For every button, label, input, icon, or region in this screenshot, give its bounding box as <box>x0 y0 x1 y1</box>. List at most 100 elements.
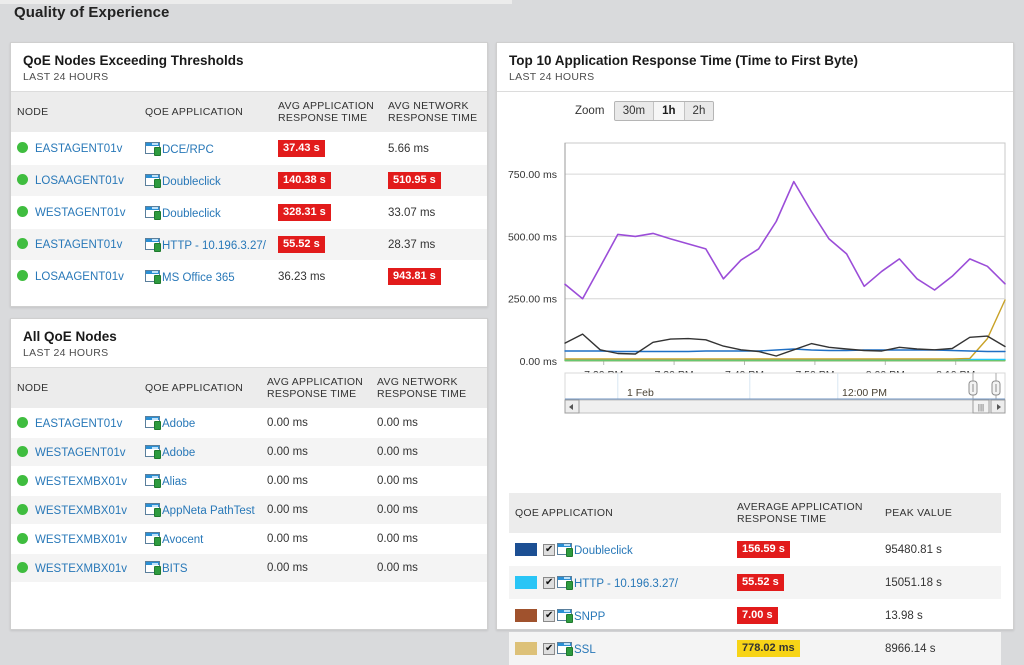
table-row[interactable]: WESTAGENT01vAdobe0.00 ms0.00 ms <box>11 438 487 467</box>
table-row[interactable]: EASTAGENT01vHTTP - 10.196.3.27/55.52 s28… <box>11 229 487 261</box>
series-visibility-checkbox[interactable] <box>543 610 555 622</box>
application-link[interactable]: SSL <box>574 643 596 655</box>
thresholds-table: NODE QOE APPLICATION AVG APPLICATIONRESP… <box>11 92 487 292</box>
application-cell: DCE/RPC <box>139 133 272 165</box>
avg-network-response-time-cell: 0.00 ms <box>371 554 487 583</box>
application-link[interactable]: Adobe <box>162 447 195 459</box>
application-icon <box>145 416 160 429</box>
avg-application-response-time-cell: 0.00 ms <box>261 467 371 496</box>
col-node[interactable]: NODE <box>11 92 139 133</box>
svg-text:12:00 PM: 12:00 PM <box>842 387 887 399</box>
table-header-row: NODE QOE APPLICATION AVG APPLICATIONRESP… <box>11 368 487 409</box>
value-text: 0.00 ms <box>377 475 418 487</box>
col-qoe-application[interactable]: QOE APPLICATION <box>139 92 272 133</box>
series-visibility-checkbox[interactable] <box>543 643 555 655</box>
series-visibility-checkbox[interactable] <box>543 577 555 589</box>
all-nodes-table-body: EASTAGENT01v Adobe 0.00 ms 0.00 ms WESTAGENT… <box>11 409 487 583</box>
table-row[interactable]: Doubleclick156.59 s95480.81 s <box>509 533 1001 566</box>
node-cell: WESTEXMBX01v <box>11 554 139 583</box>
node-link[interactable]: LOSAAGENT01v <box>35 271 124 283</box>
col-avg-network-response-time[interactable]: AVG NETWORKRESPONSE TIME <box>382 92 487 133</box>
zoom-button-group[interactable]: 30m1h2h <box>614 101 715 121</box>
table-row[interactable]: EASTAGENT01vDCE/RPC37.43 s5.66 ms <box>11 133 487 165</box>
node-link[interactable]: EASTAGENT01v <box>35 239 122 251</box>
chart-container[interactable]: 0.00 ms250.00 ms500.00 ms750.00 ms7:20 P… <box>497 125 1013 443</box>
application-link[interactable]: HTTP - 10.196.3.27/ <box>162 239 266 251</box>
application-link[interactable]: Doubleclick <box>162 207 221 219</box>
table-row[interactable]: WESTEXMBX01v Alias 0.00 ms 0.00 ms <box>11 467 487 496</box>
application-link[interactable]: BITS <box>162 563 188 575</box>
application-link[interactable]: Doubleclick <box>574 544 633 556</box>
panel-header: Top 10 Application Response Time (Time t… <box>497 43 1013 92</box>
node-link[interactable]: WESTEXMBX01v <box>35 505 127 517</box>
table-row[interactable]: SNPP7.00 s13.98 s <box>509 599 1001 632</box>
node-link[interactable]: WESTAGENT01v <box>35 447 126 459</box>
status-dot-icon <box>17 238 28 249</box>
status-dot-icon <box>17 270 28 281</box>
avg-network-response-time-cell: 0.00 ms <box>371 438 487 467</box>
zoom-option-2h[interactable]: 2h <box>685 102 714 120</box>
table-row[interactable]: WESTEXMBX01vAppNeta PathTest0.00 ms0.00 … <box>11 496 487 525</box>
value-text: 0.00 ms <box>377 562 418 574</box>
node-link[interactable]: WESTEXMBX01v <box>35 534 127 546</box>
table-row[interactable]: EASTAGENT01vAdobe0.00 ms0.00 ms <box>11 409 487 438</box>
avg-application-response-time-cell: 0.00 ms <box>261 554 371 583</box>
table-row[interactable]: LOSAAGENT01v MS Office 365 36.23 ms 943.81 … <box>11 261 487 293</box>
value-text: 36.23 ms <box>278 271 325 283</box>
table-row[interactable]: WESTEXMBX01v BITS 0.00 ms 0.00 ms <box>11 554 487 583</box>
node-link[interactable]: WESTEXMBX01v <box>35 563 127 575</box>
status-badge: 140.38 s <box>278 172 331 189</box>
application-icon <box>145 474 160 487</box>
value-text: 28.37 ms <box>388 239 435 251</box>
node-link[interactable]: EASTAGENT01v <box>35 143 122 155</box>
application-icon <box>145 206 160 219</box>
application-icon <box>557 576 572 589</box>
panel-subtitle: LAST 24 HOURS <box>23 347 475 359</box>
col-qoe-application[interactable]: QOE APPLICATION <box>139 368 261 409</box>
table-header-row: NODE QOE APPLICATION AVG APPLICATIONRESP… <box>11 92 487 133</box>
series-color-swatch <box>515 642 537 655</box>
application-link[interactable]: Doubleclick <box>162 175 221 187</box>
col-node[interactable]: NODE <box>11 368 139 409</box>
application-link[interactable]: MS Office 365 <box>162 271 235 283</box>
application-link[interactable]: SNPP <box>574 610 605 622</box>
panel-header: QoE Nodes Exceeding Thresholds LAST 24 H… <box>11 43 487 92</box>
status-badge: 55.52 s <box>737 574 784 591</box>
col-average-application-response-time[interactable]: AVERAGE APPLICATIONRESPONSE TIME <box>731 493 879 533</box>
table-row[interactable]: SSL778.02 ms8966.14 s <box>509 632 1001 665</box>
col-peak-value[interactable]: PEAK VALUE <box>879 493 1001 533</box>
node-link[interactable]: WESTAGENT01v <box>35 207 126 219</box>
node-link[interactable]: LOSAAGENT01v <box>35 175 124 187</box>
application-legend-body: Doubleclick156.59 s95480.81 sHTTP - 10.1… <box>509 533 1001 665</box>
application-link[interactable]: DCE/RPC <box>162 143 214 155</box>
table-row[interactable]: LOSAAGENT01vDoubleclick140.38 s510.95 s <box>11 165 487 197</box>
col-avg-application-response-time[interactable]: AVG APPLICATIONRESPONSE TIME <box>261 368 371 409</box>
table-row[interactable]: WESTEXMBX01vAvocent0.00 ms0.00 ms <box>11 525 487 554</box>
col-qoe-application[interactable]: QOE APPLICATION <box>509 493 731 533</box>
application-icon <box>145 532 160 545</box>
application-link[interactable]: HTTP - 10.196.3.27/ <box>574 577 678 589</box>
value-text: 0.00 ms <box>377 533 418 545</box>
value-text: 0.00 ms <box>267 475 308 487</box>
table-row[interactable]: HTTP - 10.196.3.27/55.52 s15051.18 s <box>509 566 1001 599</box>
application-link[interactable]: Avocent <box>162 534 203 546</box>
application-link[interactable]: Alias <box>162 476 187 488</box>
series-visibility-checkbox[interactable] <box>543 544 555 556</box>
response-time-line-chart[interactable]: 0.00 ms250.00 ms500.00 ms750.00 ms7:20 P… <box>497 125 1015 425</box>
node-link[interactable]: EASTAGENT01v <box>35 418 122 430</box>
node-cell: LOSAAGENT01v <box>11 165 139 197</box>
status-dot-icon <box>17 206 28 217</box>
application-legend-table: QOE APPLICATION AVERAGE APPLICATIONRESPO… <box>509 493 1001 665</box>
application-link[interactable]: AppNeta PathTest <box>162 505 255 517</box>
value-text: 0.00 ms <box>267 417 308 429</box>
node-link[interactable]: WESTEXMBX01v <box>35 476 127 488</box>
zoom-option-1h[interactable]: 1h <box>654 102 684 120</box>
application-link[interactable]: Adobe <box>162 418 195 430</box>
zoom-option-30m[interactable]: 30m <box>615 102 654 120</box>
col-avg-network-response-time[interactable]: AVG NETWORKRESPONSE TIME <box>371 368 487 409</box>
col-avg-application-response-time[interactable]: AVG APPLICATIONRESPONSE TIME <box>272 92 382 133</box>
node-cell: LOSAAGENT01v <box>11 261 139 293</box>
status-badge: 943.81 s <box>388 268 441 285</box>
application-icon <box>557 543 572 556</box>
table-row[interactable]: WESTAGENT01vDoubleclick328.31 s33.07 ms <box>11 197 487 229</box>
